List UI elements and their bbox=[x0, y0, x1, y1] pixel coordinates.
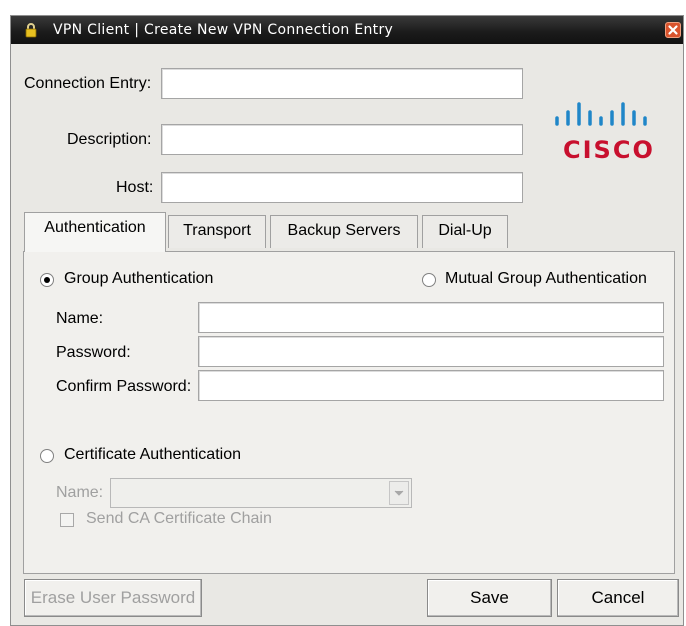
erase-user-password-button[interactable]: Erase User Password bbox=[24, 579, 202, 617]
tab-backup-servers[interactable]: Backup Servers bbox=[270, 215, 418, 248]
password-label: Password: bbox=[56, 344, 131, 361]
cancel-button[interactable]: Cancel bbox=[557, 579, 679, 617]
confirm-password-label: Confirm Password: bbox=[56, 378, 192, 395]
group-name-input[interactable] bbox=[198, 302, 664, 333]
send-ca-label: Send CA Certificate Chain bbox=[86, 510, 272, 527]
group-auth-label[interactable]: Group Authentication bbox=[64, 270, 213, 288]
certificate-auth-radio[interactable] bbox=[40, 449, 54, 463]
send-ca-checkbox[interactable] bbox=[60, 513, 74, 527]
authentication-panel: Group Authentication Mutual Group Authen… bbox=[23, 251, 675, 574]
host-input[interactable] bbox=[161, 172, 523, 203]
cert-name-dropdown[interactable] bbox=[110, 478, 412, 508]
cisco-logo: CISCO bbox=[551, 100, 661, 164]
password-input[interactable] bbox=[198, 336, 664, 367]
host-label: Host: bbox=[116, 179, 154, 196]
name-label: Name: bbox=[56, 310, 104, 327]
tab-authentication[interactable]: Authentication bbox=[24, 212, 166, 252]
connection-entry-label: Connection Entry: bbox=[24, 75, 152, 92]
vpn-dialog: VPN Client | Create New VPN Connection E… bbox=[10, 15, 684, 626]
cert-name-label: Name: bbox=[56, 484, 104, 501]
certificate-auth-label[interactable]: Certificate Authentication bbox=[64, 446, 241, 464]
lock-icon bbox=[25, 23, 37, 38]
cisco-bars-icon bbox=[555, 102, 647, 126]
confirm-password-input[interactable] bbox=[198, 370, 664, 401]
description-label: Description: bbox=[67, 131, 152, 148]
connection-entry-input[interactable] bbox=[161, 68, 523, 99]
chevron-down-icon bbox=[394, 490, 404, 496]
tab-dial-up[interactable]: Dial-Up bbox=[422, 215, 508, 248]
close-icon bbox=[668, 25, 678, 35]
dropdown-button[interactable] bbox=[389, 481, 409, 505]
window-title: VPN Client | Create New VPN Connection E… bbox=[53, 22, 394, 38]
save-button[interactable]: Save bbox=[427, 579, 552, 617]
cisco-wordmark: CISCO bbox=[563, 136, 655, 164]
title-bar[interactable]: VPN Client | Create New VPN Connection E… bbox=[11, 16, 683, 44]
mutual-auth-radio[interactable] bbox=[422, 273, 436, 287]
description-input[interactable] bbox=[161, 124, 523, 155]
tab-transport[interactable]: Transport bbox=[168, 215, 266, 248]
group-auth-radio[interactable] bbox=[40, 273, 54, 287]
mutual-auth-label[interactable]: Mutual Group Authentication bbox=[445, 270, 647, 288]
close-button[interactable] bbox=[665, 22, 681, 38]
